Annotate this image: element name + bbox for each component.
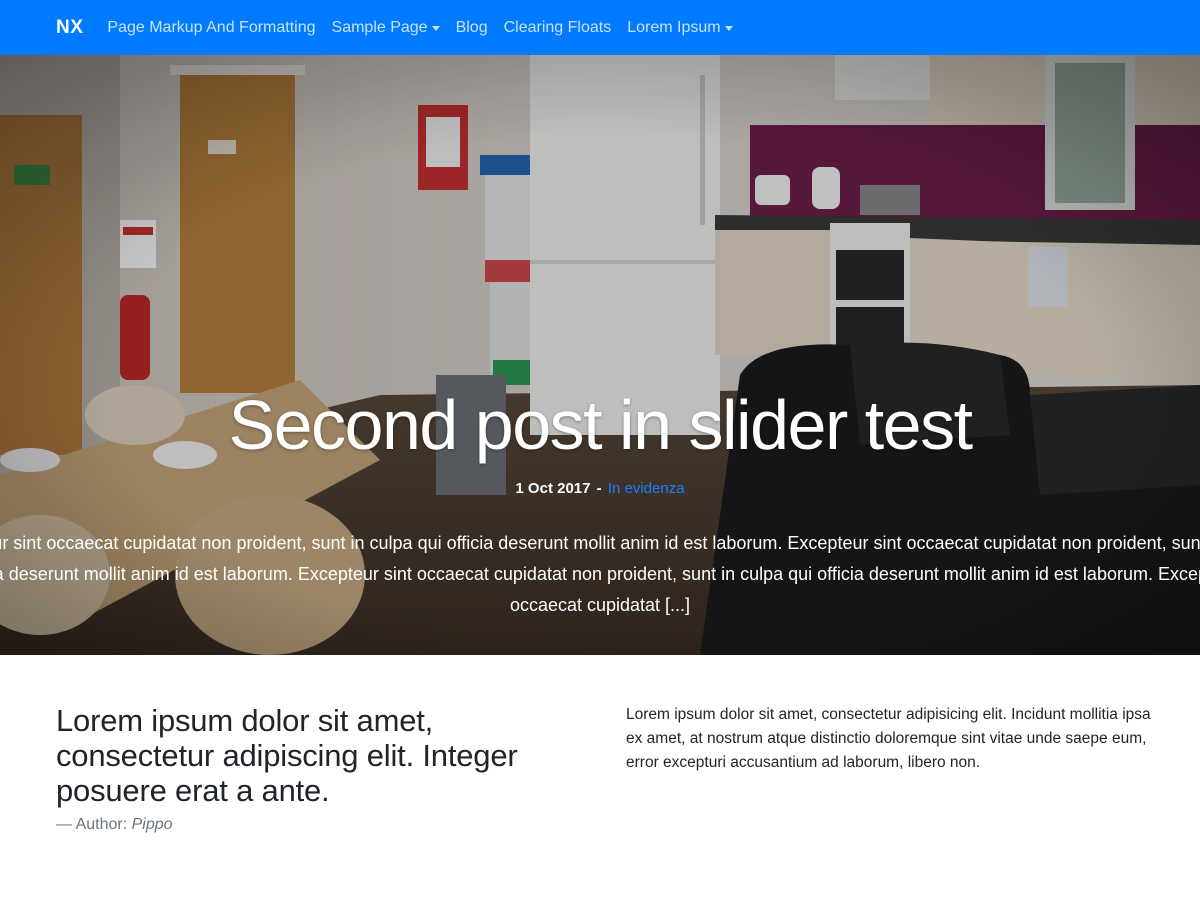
- hero-slider[interactable]: Second post in slider test 1 Oct 2017 - …: [0, 55, 1200, 655]
- slide-meta: 1 Oct 2017 - In evidenza: [0, 477, 1200, 501]
- nav-item-lorem-ipsum[interactable]: Lorem Ipsum: [627, 18, 733, 37]
- nav-item-blog[interactable]: Blog: [456, 19, 488, 37]
- quote-author: Pippo: [131, 816, 173, 833]
- slide-title[interactable]: Second post in slider test: [0, 375, 1200, 475]
- nav-item-clearing-floats[interactable]: Clearing Floats: [504, 19, 612, 37]
- blockquote: Lorem ipsum dolor sit amet, consectetur …: [56, 703, 576, 834]
- slide-excerpt: Excepteur sint occaecat cupidatat non pr…: [0, 533, 1200, 615]
- body-paragraph: Lorem ipsum dolor sit amet, consectetur …: [626, 706, 1151, 771]
- top-navbar: NX Page Markup And Formatting Sample Pag…: [0, 0, 1200, 55]
- slide-date: 1 Oct 2017: [515, 480, 591, 497]
- quote-footer: — Author: Pippo: [56, 816, 576, 834]
- nav-item-label: Lorem Ipsum: [627, 18, 721, 36]
- quote-text: Lorem ipsum dolor sit amet, consectetur …: [56, 703, 518, 808]
- slide-caption: Second post in slider test 1 Oct 2017 - …: [0, 375, 1200, 501]
- nav-menu: Page Markup And Formatting Sample Page B…: [107, 19, 748, 37]
- nav-item-label: Page Markup And Formatting: [107, 18, 316, 36]
- nav-item-sample-page[interactable]: Sample Page: [332, 19, 440, 37]
- nav-item-label: Blog: [455, 18, 488, 36]
- quote-footer-prefix: — Author:: [56, 816, 128, 833]
- chevron-down-icon: [431, 26, 440, 31]
- nav-item-page-markup[interactable]: Page Markup And Formatting: [107, 19, 315, 37]
- chevron-down-icon: [724, 26, 733, 31]
- nav-item-label: Sample Page: [331, 18, 428, 36]
- slide-category-link[interactable]: In evidenza: [608, 480, 685, 497]
- meta-separator: -: [596, 480, 602, 497]
- brand-logo[interactable]: NX: [56, 17, 83, 39]
- content-section: Lorem ipsum dolor sit amet, consectetur …: [0, 655, 1200, 900]
- nav-item-label: Clearing Floats: [503, 18, 612, 36]
